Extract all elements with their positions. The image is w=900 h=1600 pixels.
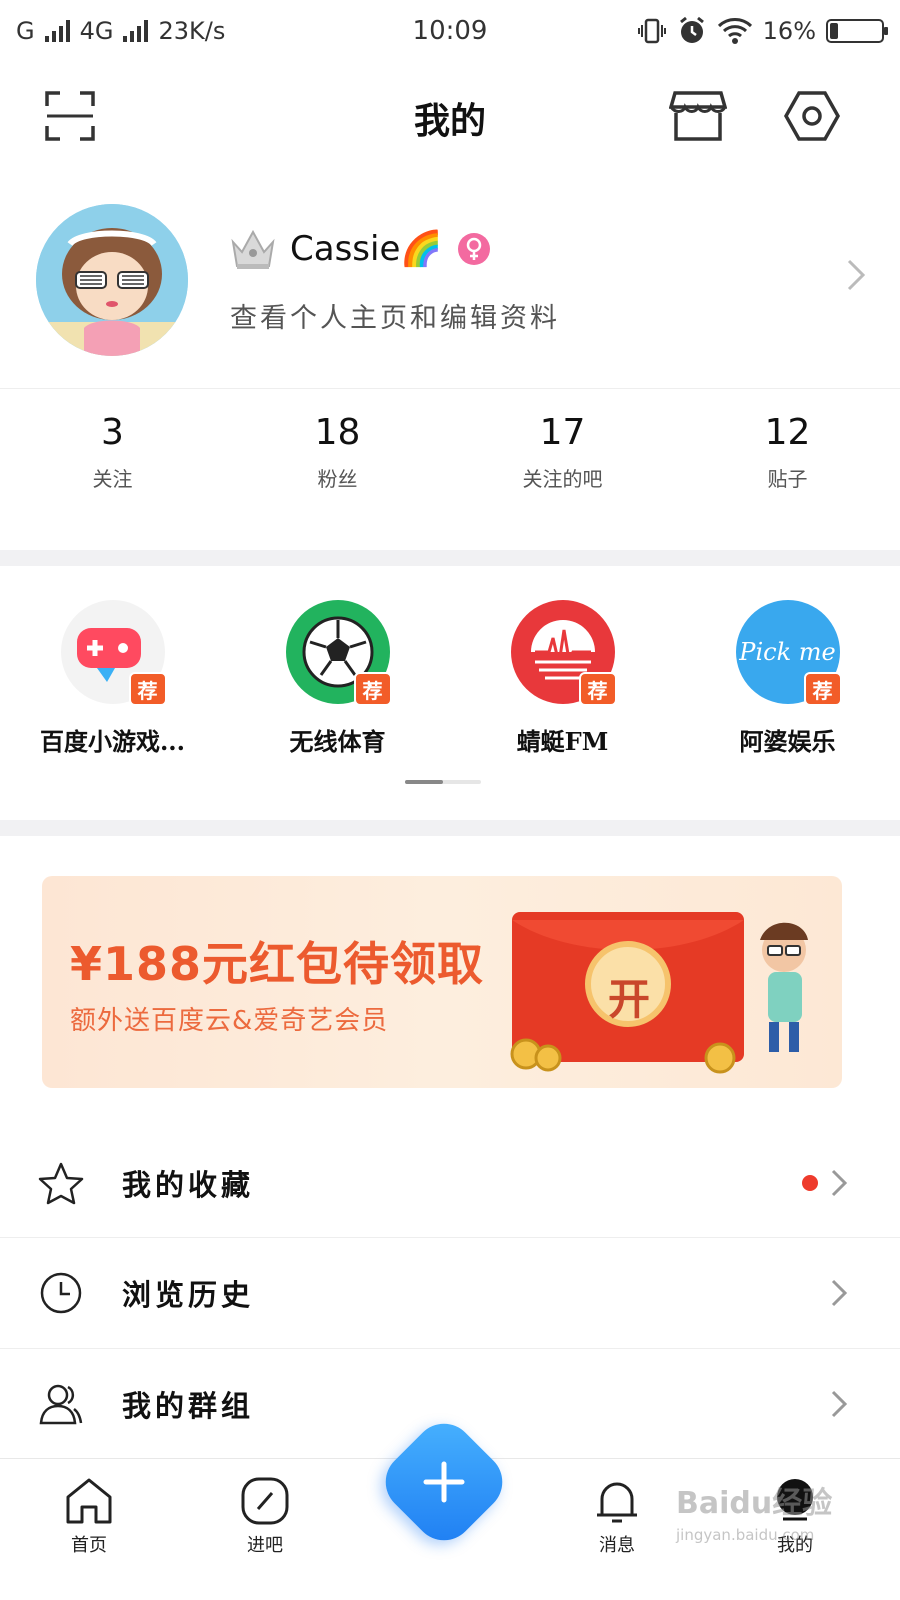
nav-home[interactable]: 首页 — [44, 1477, 134, 1557]
menu-label: 我的群组 — [122, 1389, 255, 1423]
settings-icon — [784, 91, 840, 141]
menu-label: 我的收藏 — [122, 1168, 255, 1202]
app-name: 蜻蜓FM — [516, 727, 609, 756]
group-icon — [38, 1381, 84, 1427]
section-divider — [0, 550, 900, 566]
page-title: 我的 — [413, 100, 486, 142]
store-button[interactable] — [668, 86, 728, 146]
recommend-badge: 荐 — [803, 672, 842, 706]
status-right: 16% — [637, 16, 888, 46]
wifi-icon — [717, 18, 752, 44]
status-left: G 4G 23K/s — [16, 17, 225, 45]
stat-value: 3 — [101, 412, 124, 453]
profile-subtitle: 查看个人主页和编辑资料 — [230, 303, 560, 334]
app-name: 百度小游戏... — [39, 727, 186, 756]
stat-followed-bars[interactable]: 17 关注的吧 — [450, 412, 675, 532]
carrier-1: G — [16, 17, 35, 45]
stat-label: 粉丝 — [317, 467, 358, 491]
banner-subtitle: 额外送百度云&爱奇艺会员 — [70, 1006, 389, 1036]
app-item-entertainment[interactable]: Pick me 荐 阿婆娱乐 — [675, 600, 900, 800]
stat-value: 18 — [314, 412, 361, 453]
stat-value: 17 — [539, 412, 586, 453]
network-speed: 23K/s — [158, 17, 226, 45]
stat-label: 贴子 — [767, 467, 808, 491]
menu-label: 浏览历史 — [122, 1278, 255, 1312]
stat-label: 关注 — [92, 467, 133, 491]
battery-fill — [830, 23, 838, 39]
radio-icon: 荐 — [510, 600, 617, 706]
bell-icon — [597, 1482, 637, 1523]
envelope-open-text: 开 — [608, 975, 651, 1024]
app-name: 无线体育 — [289, 727, 386, 756]
recommend-badge: 荐 — [353, 672, 392, 706]
stats-row: 3 关注 18 粉丝 17 关注的吧 12 贴子 — [0, 412, 900, 532]
menu-item-history[interactable]: 浏览历史 — [0, 1238, 900, 1348]
nav-label: 首页 — [71, 1535, 107, 1556]
app-item-game[interactable]: 荐 百度小游戏... — [0, 600, 225, 800]
store-icon — [669, 91, 727, 141]
recommend-badge: 荐 — [578, 672, 617, 706]
divider — [0, 388, 900, 389]
crown-icon — [231, 229, 275, 269]
app-item-fm[interactable]: 荐 蜻蜓FM — [450, 600, 675, 800]
clock-icon — [38, 1270, 84, 1316]
avatar-image — [36, 204, 188, 356]
chevron-right-icon — [847, 259, 866, 291]
red-packet-banner[interactable]: ¥188元红包待领取 额外送百度云&爱奇艺会员 开 — [42, 876, 842, 1088]
notification-dot — [802, 1175, 818, 1191]
soccer-ball-icon: 荐 — [285, 600, 392, 706]
compass-icon — [241, 1477, 289, 1525]
red-envelope-icon — [510, 912, 808, 1074]
pickme-text: Pick me — [739, 638, 836, 666]
app-shortcuts: 荐 百度小游戏... 荐 无线体育 荐 蜻蜓FM Pick me 荐 阿婆娱乐 — [0, 600, 900, 800]
header: 我的 — [0, 70, 900, 160]
watermark-text: Baidu经验 — [676, 1486, 833, 1521]
status-bar: G 4G 23K/s 10:09 16% — [0, 0, 900, 62]
battery-percent: 16% — [762, 17, 816, 45]
signal-icon — [44, 20, 70, 42]
chevron-right-icon — [831, 1390, 848, 1418]
username: Cassie🌈 — [290, 229, 443, 269]
home-icon — [66, 1478, 112, 1524]
profile-card[interactable]: Cassie🌈 查看个人主页和编辑资料 — [0, 196, 900, 386]
stat-value: 12 — [764, 412, 811, 453]
battery-icon — [826, 19, 888, 43]
username-row: Cassie🌈 — [230, 228, 491, 270]
female-icon — [457, 233, 490, 265]
section-divider — [0, 820, 900, 836]
signal-icon-2 — [123, 20, 149, 42]
nav-explore[interactable]: 进吧 — [220, 1477, 310, 1557]
plus-icon — [423, 1461, 465, 1503]
stat-posts[interactable]: 12 贴子 — [675, 412, 900, 532]
app-item-sports[interactable]: 荐 无线体育 — [225, 600, 450, 800]
page-indicator-active — [405, 780, 443, 784]
alarm-icon — [679, 16, 704, 43]
watermark-sub: jingyan.baidu.com — [676, 1526, 815, 1544]
chevron-right-icon — [831, 1279, 848, 1307]
settings-button[interactable] — [782, 86, 842, 146]
chevron-right-icon — [831, 1169, 848, 1197]
carrier-2: 4G — [79, 17, 114, 45]
star-icon — [38, 1160, 84, 1206]
recommend-badge: 荐 — [128, 672, 167, 706]
game-controller-icon: 荐 — [60, 600, 167, 706]
nav-label: 消息 — [599, 1535, 635, 1556]
watermark: Baidu经验 jingyan.baidu.com — [676, 1478, 832, 1544]
stat-followers[interactable]: 18 粉丝 — [225, 412, 450, 532]
avatar[interactable] — [36, 204, 188, 356]
app-name: 阿婆娱乐 — [739, 727, 836, 756]
menu-item-favorites[interactable]: 我的收藏 — [0, 1128, 900, 1238]
banner-title: ¥188元红包待领取 — [70, 937, 485, 991]
page-indicator — [405, 780, 481, 784]
stat-label: 关注的吧 — [522, 467, 603, 491]
pickme-icon: Pick me 荐 — [735, 600, 842, 706]
vibrate-icon — [637, 18, 666, 44]
nav-label: 进吧 — [247, 1535, 283, 1556]
nav-messages[interactable]: 消息 — [572, 1477, 662, 1557]
stat-following[interactable]: 3 关注 — [0, 412, 225, 532]
